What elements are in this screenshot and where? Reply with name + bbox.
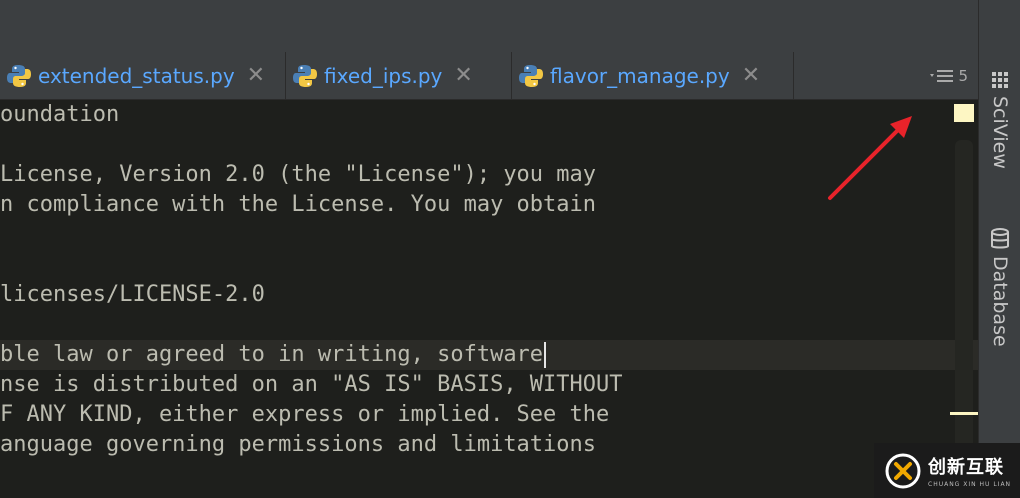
watermark-sub: CHUANG XIN HU LIAN: [928, 481, 1012, 488]
database-icon: [991, 228, 1009, 249]
database-label: Database: [989, 256, 1011, 347]
sidebar-item-database[interactable]: Database: [979, 228, 1020, 347]
brand-logo-icon: [885, 453, 921, 488]
watermark-logo: 创新互联 CHUANG XIN HU LIAN: [874, 443, 1020, 498]
annotation-arrow-icon: [828, 116, 912, 200]
sidebar-item-sciview[interactable]: SciView: [979, 70, 1020, 169]
watermark-main: 创新互联: [928, 457, 1004, 478]
right-tool-window-bar: SciView Database: [978, 0, 1020, 498]
sciview-label: SciView: [989, 96, 1011, 169]
grid-icon: [992, 72, 1008, 88]
